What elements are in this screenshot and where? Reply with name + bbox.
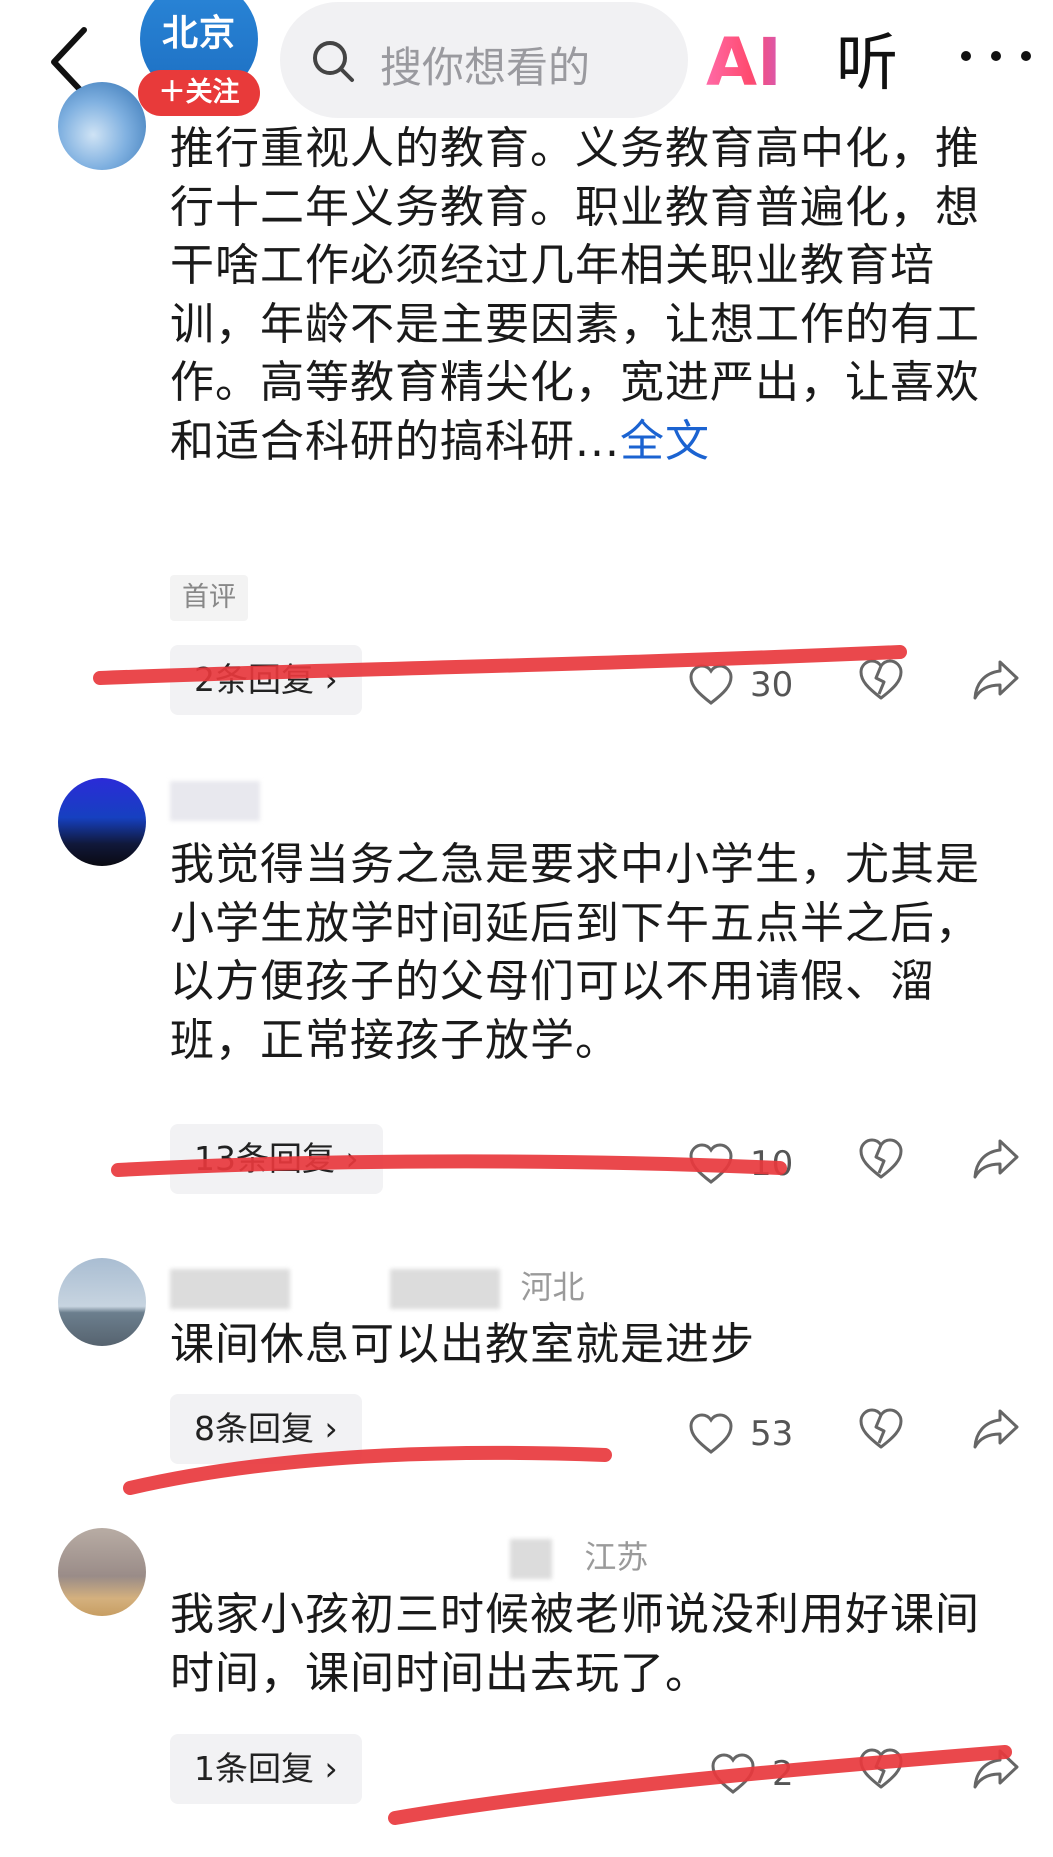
avatar[interactable] [58,1528,146,1616]
comment-text: 我觉得当务之急是要求中小学生，尤其是小学生放学时间延后到下午五点半之后，以方便孩… [170,839,980,1066]
commenter-location: 江苏 [584,1538,649,1576]
top-bar: 北京 ＋关注 搜你想看的 AI 听 [0,0,1053,120]
like-count: 30 [750,665,794,705]
ai-button[interactable]: AI [706,18,816,108]
share-icon[interactable] [972,1137,1024,1189]
heart-icon [711,1753,755,1794]
replies-button[interactable]: 13条回复 › [170,1124,383,1194]
search-input[interactable]: 搜你想看的 [280,2,688,118]
read-more-link[interactable]: 全文 [620,416,710,467]
avatar[interactable] [58,1258,146,1346]
search-placeholder: 搜你想看的 [380,43,591,92]
like-count: 10 [750,1144,794,1184]
comment-text: 推行重视人的教育。义务教育高中化，推行十二年义务教育。职业教育普遍化，想干啥工作… [170,123,980,467]
like-count: 53 [750,1414,794,1454]
avatar[interactable] [58,778,146,866]
broken-heart-icon[interactable] [858,658,910,710]
comment-text: 课间休息可以出教室就是进步 [170,1319,755,1370]
search-icon [313,41,354,82]
commenter-location: 河北 [520,1268,585,1306]
commenter-name [170,780,260,826]
commenter-name: 江苏 [170,1532,649,1579]
like-count: 2 [772,1754,794,1794]
commenter-name: 河北 [170,1262,585,1309]
account-name: 北京 [161,13,236,54]
heart-icon [689,664,733,705]
follow-button[interactable]: ＋关注 [138,70,260,116]
comment-text: 我家小孩初三时候被老师说没利用好课间时间，课间时间出去玩了。 [170,1589,980,1699]
broken-heart-icon[interactable] [858,1407,910,1459]
more-dots-icon[interactable] [956,46,1036,66]
replies-button[interactable]: 8条回复 › [170,1394,362,1464]
share-icon[interactable] [972,1407,1024,1459]
first-comment-badge: 首评 [170,575,248,621]
share-icon[interactable] [972,658,1024,710]
broken-heart-icon[interactable] [858,1137,910,1189]
replies-button[interactable]: 1条回复 › [170,1734,362,1804]
listen-button[interactable]: 听 [836,18,898,108]
replies-button[interactable]: 2条回复 › [170,645,362,715]
account-avatar[interactable]: 北京 ＋关注 [138,0,260,116]
avatar[interactable] [58,82,146,170]
heart-icon [689,1413,733,1454]
broken-heart-icon[interactable] [858,1747,910,1799]
share-icon[interactable] [972,1747,1024,1799]
heart-icon [689,1143,733,1184]
